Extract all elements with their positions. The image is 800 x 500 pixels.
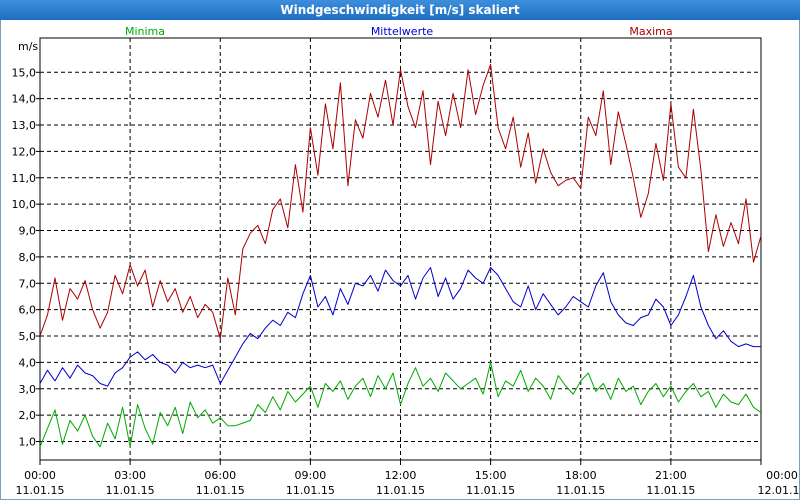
x-tick-time-label: 12:00 [385, 469, 417, 482]
x-tick-date-label: 11.01.15 [466, 484, 515, 497]
y-tick-label: 15,0 [12, 66, 37, 79]
y-tick-label: 3,0 [19, 383, 37, 396]
y-tick-label: 9,0 [19, 225, 37, 238]
x-tick-date-label: 11.01.15 [196, 484, 245, 497]
y-tick-label: 6,0 [19, 304, 37, 317]
y-tick-label: 1,0 [19, 436, 37, 449]
y-tick-label: 4,0 [19, 356, 37, 369]
y-tick-label: 2,0 [19, 409, 37, 422]
x-tick-date-label: 11.01.15 [16, 484, 65, 497]
legend-entry-maxima: Maxima [629, 25, 672, 38]
y-tick-label: 7,0 [19, 277, 37, 290]
x-tick-time-label: 21:00 [655, 469, 687, 482]
x-tick-time-label: 06:00 [204, 469, 236, 482]
legend-entry-mittelwerte: Mittelwerte [371, 25, 434, 38]
x-tick-date-label: 11.01.15 [286, 484, 335, 497]
y-tick-label: 12,0 [12, 145, 37, 158]
y-tick-label: 11,0 [12, 172, 37, 185]
x-tick-date-label: 11.01.15 [376, 484, 425, 497]
grid-lines [40, 38, 761, 460]
line-chart: 1,0 2,0 3,0 4,0 5,0 6,0 7,0 8,0 9,0 10,0 11,0 12,0 1… [12, 25, 800, 497]
y-tick-label: 10,0 [12, 198, 37, 211]
x-tick-time-label: 18:00 [565, 469, 597, 482]
y-tick-label: 13,0 [12, 119, 37, 132]
y-axis-ticks: 1,0 2,0 3,0 4,0 5,0 6,0 7,0 8,0 9,0 10,0 11,0 12,0 1… [12, 66, 40, 449]
legend-entry-minima: Minima [125, 25, 165, 38]
x-tick-date-label: 12.01.15 [758, 484, 800, 497]
y-tick-label: 5,0 [19, 330, 37, 343]
y-tick-label: 14,0 [12, 93, 37, 106]
legend: Minima Mittelwerte Maxima [125, 25, 673, 38]
x-tick-time-label: 00:00 [766, 469, 798, 482]
y-axis-unit-label: m/s [18, 40, 38, 53]
x-axis-ticks: 00:00 11.01.15 03:00 11.01.15 06:00 11.01.15 0… [16, 460, 800, 497]
x-tick-time-label: 09:00 [295, 469, 327, 482]
x-tick-date-label: 11.01.15 [106, 484, 155, 497]
x-tick-date-label: 11.01.15 [556, 484, 605, 497]
x-tick-date-label: 11.01.15 [646, 484, 695, 497]
y-tick-label: 8,0 [19, 251, 37, 264]
x-tick-time-label: 15:00 [475, 469, 507, 482]
x-tick-time-label: 00:00 [24, 469, 56, 482]
x-tick-time-label: 03:00 [114, 469, 146, 482]
